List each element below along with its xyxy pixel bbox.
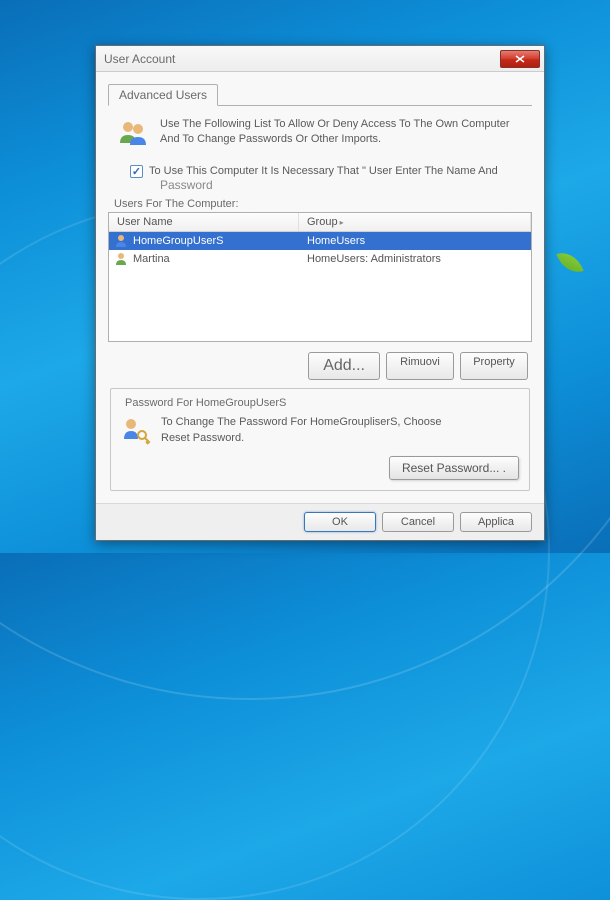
dialog-footer: OK Cancel Applica	[96, 503, 544, 540]
reset-text-line1: To Change The Password For HomeGrouplise…	[161, 415, 441, 430]
properties-button[interactable]: Property	[460, 352, 528, 380]
users-listview[interactable]: User Name Group▸ HomeGroupUserS HomeUser…	[108, 212, 532, 342]
cancel-button[interactable]: Cancel	[382, 512, 454, 532]
tab-advanced-users[interactable]: Advanced Users	[108, 84, 218, 106]
reset-password-button[interactable]: Reset Password... .	[389, 456, 519, 480]
intro-text: Use The Following List To Allow Or Deny …	[160, 117, 524, 148]
key-icon	[121, 415, 151, 448]
user-accounts-dialog: User Account Advanced Users Use The Foll…	[95, 45, 545, 541]
titlebar[interactable]: User Account	[96, 46, 544, 72]
row-group: HomeUsers: Administrators	[307, 253, 527, 265]
sort-caret-icon: ▸	[340, 218, 344, 227]
list-header: User Name Group▸	[109, 213, 531, 232]
apply-button[interactable]: Applica	[460, 512, 532, 532]
users-icon	[116, 117, 150, 154]
window-title: User Account	[104, 52, 500, 66]
tab-strip: Advanced Users	[108, 83, 532, 106]
row-username: HomeGroupUserS	[133, 235, 223, 247]
column-header-group[interactable]: Group▸	[299, 213, 531, 231]
password-fieldset: Password For HomeGroupUserS To Change Th…	[110, 388, 530, 491]
add-button[interactable]: Add...	[308, 352, 380, 380]
close-icon	[515, 55, 525, 63]
users-list-label: Users For The Computer:	[108, 198, 532, 210]
reset-text-line2: Reset Password.	[161, 431, 441, 446]
user-icon	[113, 233, 129, 249]
checkbox-label: To Use This Computer It Is Necessary Tha…	[149, 164, 498, 178]
list-row[interactable]: HomeGroupUserS HomeUsers	[109, 232, 531, 250]
ok-button[interactable]: OK	[304, 512, 376, 532]
list-row[interactable]: Martina HomeUsers: Administrators	[109, 250, 531, 268]
user-icon	[113, 251, 129, 267]
fieldset-legend: Password For HomeGroupUserS	[121, 397, 290, 409]
column-header-username[interactable]: User Name	[109, 213, 299, 231]
require-login-checkbox[interactable]: ✓	[130, 165, 143, 178]
row-username: Martina	[133, 253, 307, 265]
row-group: HomeUsers	[307, 235, 365, 247]
remove-button[interactable]: Rimuovi	[386, 352, 454, 380]
password-sublabel: Password	[108, 178, 532, 192]
close-button[interactable]	[500, 50, 540, 68]
